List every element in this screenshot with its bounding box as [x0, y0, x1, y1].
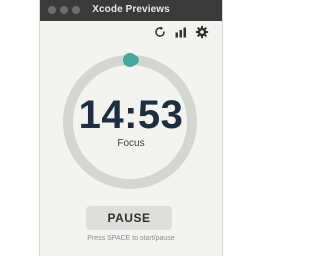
title-bar: Xcode Previews: [40, 0, 222, 21]
keyboard-hint: Press SPACE to start/pause: [87, 235, 175, 242]
timer-display: 14:53: [78, 93, 184, 137]
gear-icon[interactable]: [195, 25, 209, 39]
xcode-previews-window: Xcode Previews 14:53 Focus PAUSE Press S…: [40, 0, 222, 256]
ring-progress-knob: [123, 53, 137, 67]
window-title: Xcode Previews: [92, 4, 170, 15]
pause-button[interactable]: PAUSE: [86, 206, 172, 230]
refresh-icon[interactable]: [153, 25, 167, 39]
stats-icon[interactable]: [174, 25, 188, 39]
timer-mode-label: Focus: [117, 138, 145, 149]
